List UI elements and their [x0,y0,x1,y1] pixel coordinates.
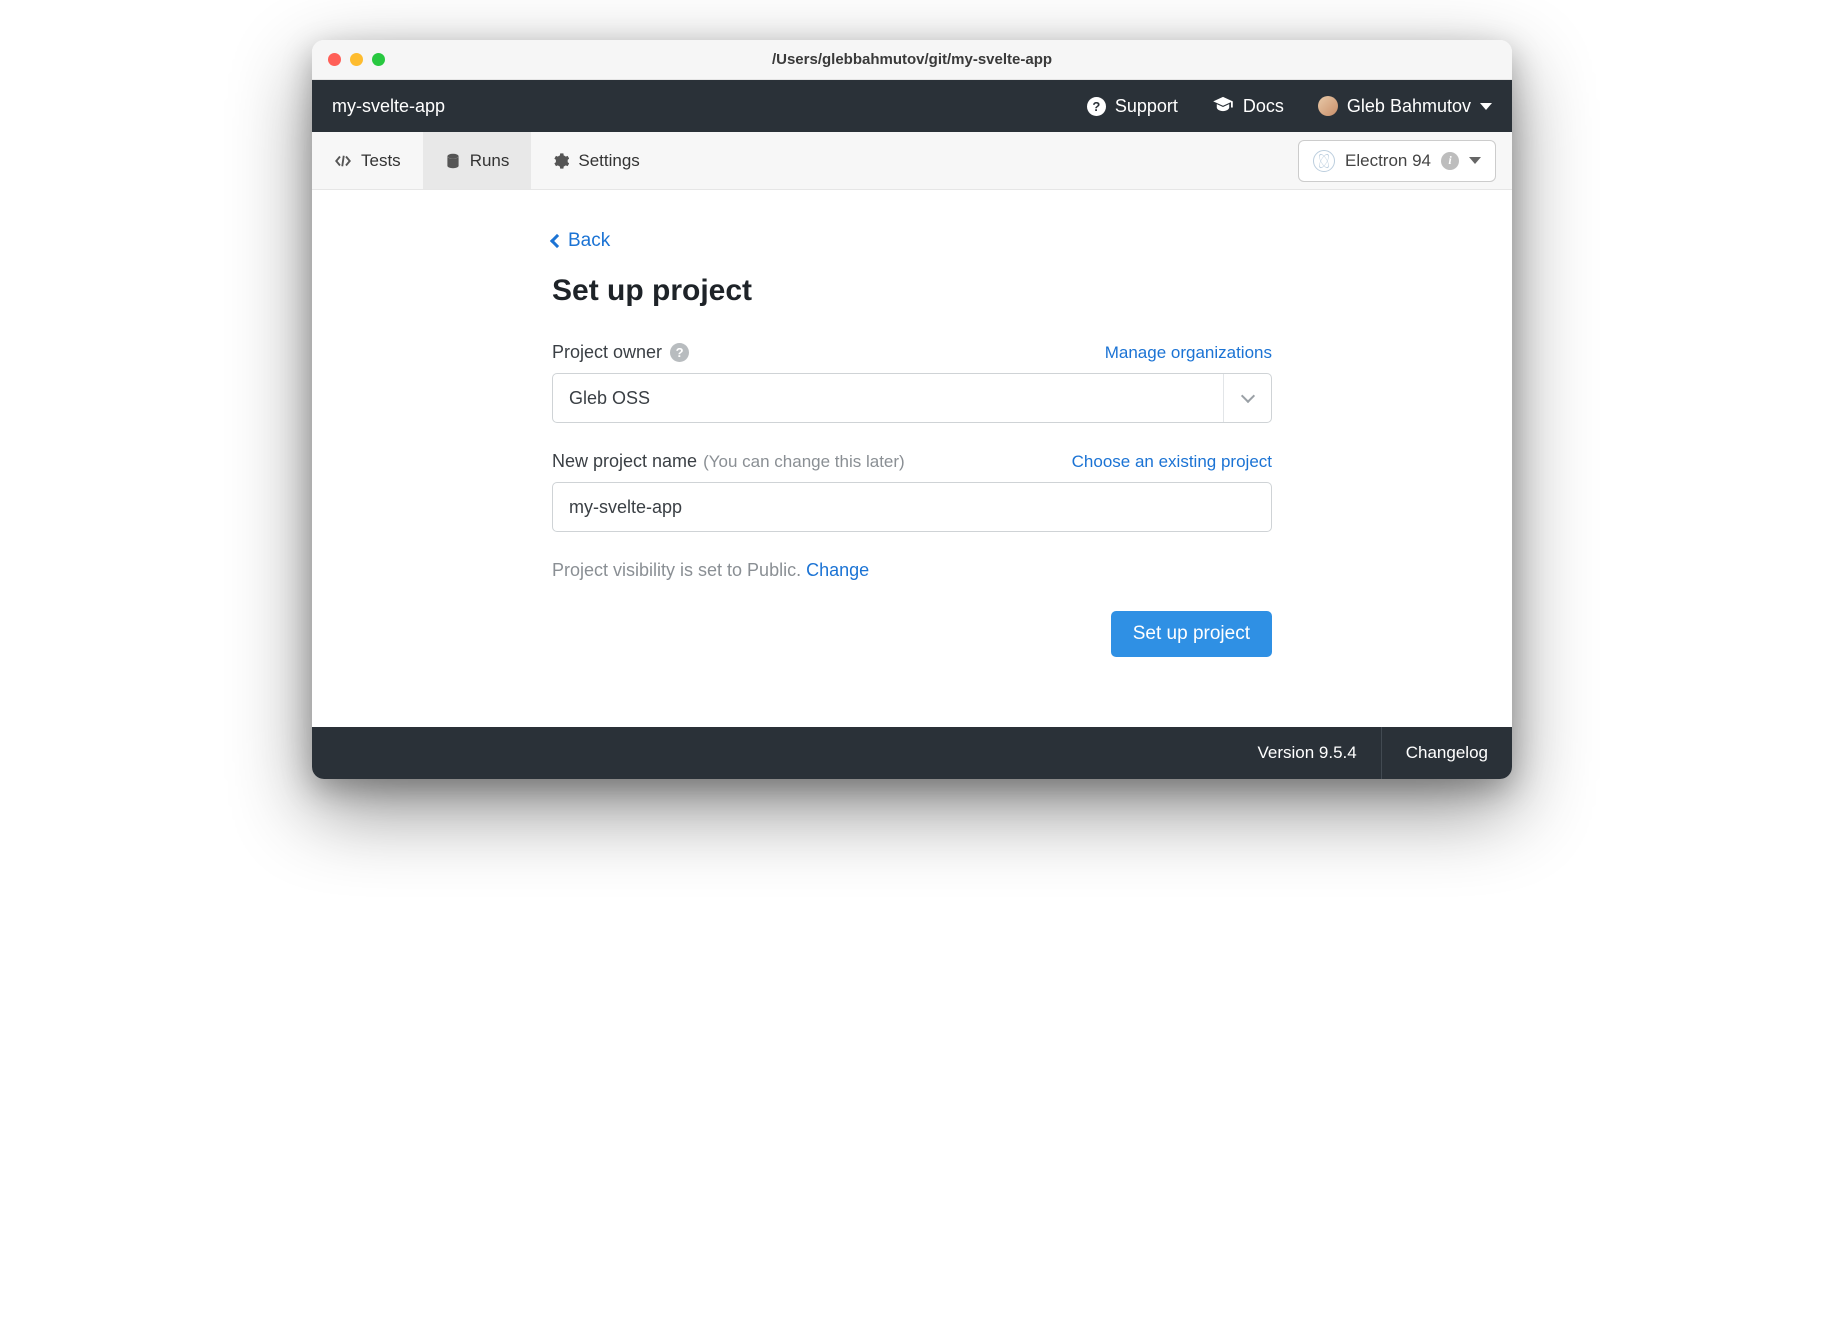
tab-tests[interactable]: Tests [312,132,423,189]
back-link[interactable]: Back [552,230,1272,252]
support-link[interactable]: ? Support [1087,96,1178,117]
tab-settings-label: Settings [578,151,639,171]
database-icon [445,153,461,169]
tab-runs[interactable]: Runs [423,132,532,189]
traffic-lights [312,53,385,66]
changelog-link[interactable]: Changelog [1382,727,1512,779]
help-icon[interactable]: ? [670,343,689,362]
docs-link[interactable]: Docs [1212,96,1284,117]
user-menu[interactable]: Gleb Bahmutov [1318,96,1492,117]
setup-project-button[interactable]: Set up project [1111,611,1272,657]
docs-label: Docs [1243,96,1284,117]
project-owner-label: Project owner [552,342,662,363]
help-icon: ? [1087,97,1106,116]
code-icon [334,154,352,168]
tabbar: Tests Runs Settings Electron 94 i [312,132,1512,190]
user-name: Gleb Bahmutov [1347,96,1471,117]
chevron-down-icon [1480,103,1492,110]
visibility-status: Project visibility is set to Public. [552,560,806,580]
version-label: Version 9.5.4 [1234,727,1381,779]
project-owner-value: Gleb OSS [569,388,650,409]
close-window-button[interactable] [328,53,341,66]
visibility-text: Project visibility is set to Public. Cha… [552,560,1272,581]
app-window: /Users/glebbahmutov/git/my-svelte-app my… [312,40,1512,779]
tab-runs-label: Runs [470,151,510,171]
browser-label: Electron 94 [1345,151,1431,171]
chevron-left-icon [550,234,564,248]
manage-organizations-link[interactable]: Manage organizations [1105,343,1272,363]
chevron-down-icon [1469,157,1481,164]
project-name-hint: (You can change this later) [703,452,905,472]
project-owner-select[interactable]: Gleb OSS [552,373,1272,423]
tab-settings[interactable]: Settings [531,132,661,189]
tab-tests-label: Tests [361,151,401,171]
back-label: Back [568,230,610,252]
footer: Version 9.5.4 Changelog [312,727,1512,779]
info-icon: i [1441,152,1459,170]
change-visibility-link[interactable]: Change [806,560,869,580]
titlebar: /Users/glebbahmutov/git/my-svelte-app [312,40,1512,80]
main-content: Back Set up project Project owner ? Mana… [312,190,1512,727]
browser-selector[interactable]: Electron 94 i [1298,140,1496,182]
graduation-cap-icon [1212,96,1234,117]
chevron-down-icon [1223,374,1271,422]
avatar [1318,96,1338,116]
project-name-field: New project name (You can change this la… [552,451,1272,532]
support-label: Support [1115,96,1178,117]
maximize-window-button[interactable] [372,53,385,66]
project-name-input[interactable] [552,482,1272,532]
window-title: /Users/glebbahmutov/git/my-svelte-app [312,51,1512,68]
page-title: Set up project [552,274,1272,308]
minimize-window-button[interactable] [350,53,363,66]
app-name: my-svelte-app [332,96,1087,117]
gear-icon [553,153,569,169]
project-owner-field: Project owner ? Manage organizations Gle… [552,342,1272,423]
project-name-label: New project name [552,451,697,472]
electron-icon [1313,150,1335,172]
choose-existing-project-link[interactable]: Choose an existing project [1072,452,1272,472]
topbar: my-svelte-app ? Support Docs Gleb Bahmut… [312,80,1512,132]
